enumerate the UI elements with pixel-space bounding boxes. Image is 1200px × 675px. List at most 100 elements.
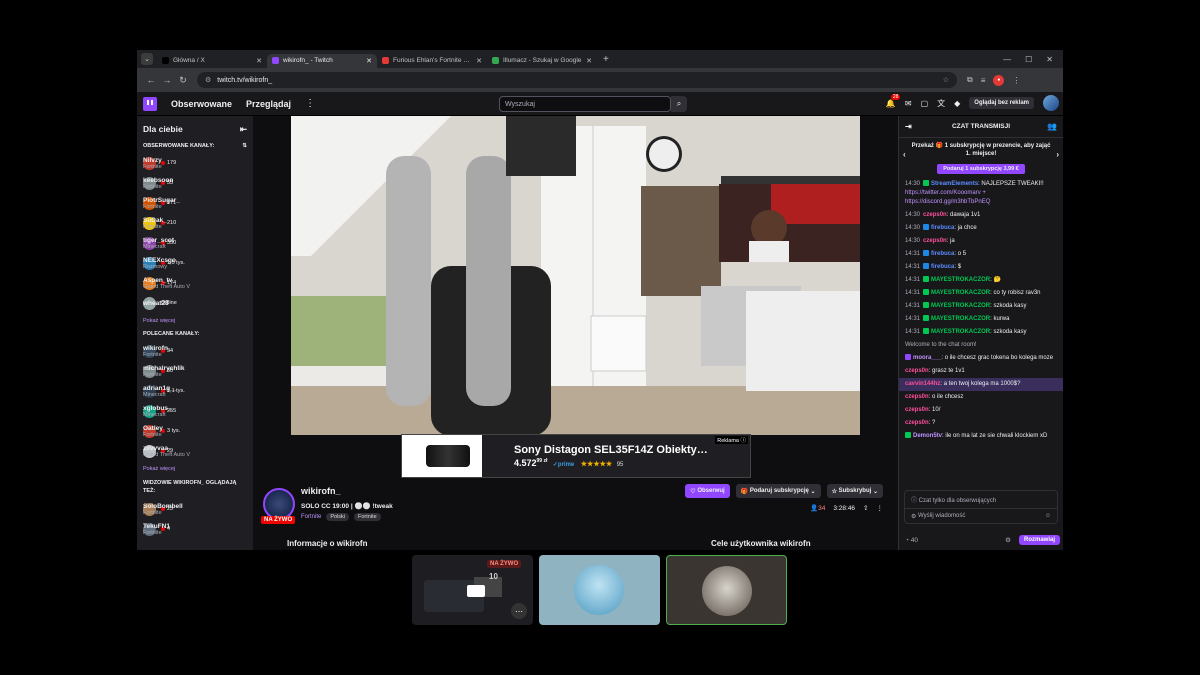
sidebar-channel[interactable]: zilvvvaa Grand Theft Auto V 29 [137,441,253,461]
sidebar-channel[interactable]: wikirofn_ Fortnite 34 [137,341,253,361]
tab-close-icon[interactable]: ✕ [256,57,262,65]
message-user[interactable]: moora___ [913,355,941,361]
bits-icon[interactable]: ◆ [954,99,960,108]
url-field[interactable]: ⚙ twitch.tv/wikirofn_ ☆ [197,72,957,88]
message-user[interactable]: czeps0n [905,407,929,413]
bookmark-star-icon[interactable]: ☆ [943,76,949,84]
gift-sub-button[interactable]: 🎁 Podaruj subskrypcję ⌄ [735,484,821,498]
share-icon[interactable]: ⇪ [863,504,868,512]
emote-icon[interactable]: ☺ [1045,513,1051,520]
sidebar-channel[interactable]: xglobus_ Minecraft 255 [137,401,253,421]
ad-label[interactable]: Reklama ⓘ [715,436,748,444]
new-tab-button[interactable]: + [603,54,609,65]
whispers-icon[interactable]: ▢ [921,99,929,108]
menu-icon[interactable]: ⋮ [1012,76,1020,85]
tag-polski[interactable]: Polski [326,513,350,521]
gift-prev-icon[interactable]: ‹ [903,150,906,160]
chat-input[interactable]: ⚙ Wyślij wiadomość ☺ [905,509,1057,524]
more-icon[interactable]: ⋮ [305,98,315,109]
nav-following[interactable]: Obserwowane [171,99,232,109]
sidebar-channel[interactable]: TekuFN1 Fortnite 4 [137,519,253,539]
browser-tab[interactable]: Furious Ehlan's Fortnite Stats -✕ [377,54,487,68]
sort-icon[interactable]: ⇅ [242,143,247,149]
twitch-logo-icon[interactable] [143,96,157,111]
sidebar-channel[interactable]: adrian1g__ Minecraft 1,1 tys. [137,381,253,401]
extensions-icon[interactable]: ⧉ [967,75,973,85]
gift-next-icon[interactable]: › [1056,150,1059,160]
search-icon[interactable]: ⌕ [671,96,687,112]
show-more-recommended[interactable]: Pokaż więcej [137,461,253,475]
participant-thumb-1[interactable] [539,555,660,625]
gift-one-sub-button[interactable]: Podaruj 1 subskrypcję 3,99 € [937,163,1025,174]
sidebar-channel[interactable]: keebsoon Fortnite 55 [137,173,253,193]
participant-thumb-2[interactable] [666,555,787,625]
message-user[interactable]: czeps0n [905,394,929,400]
chat-settings-icon[interactable]: ⚙ [911,513,918,520]
browser-tab[interactable]: Illumacz - Szukaj w Google ✕ [487,54,597,68]
sidebar-channel[interactable]: Oatley Fortnite 3 tys. [137,421,253,441]
close-icon[interactable]: ✕ [1046,55,1053,64]
tab-close-icon[interactable]: ✕ [586,57,592,65]
sidebar-channel[interactable]: SuDak_ Fortnite 210 [137,213,253,233]
media-icon[interactable]: ≡ [981,76,986,85]
reload-icon[interactable]: ↻ [175,75,191,86]
show-more-followed[interactable]: Pokaż więcej [137,313,253,327]
screen-share-thumb[interactable]: NA ŻYWO 10 ⋯ [412,555,533,625]
message-user[interactable]: StreamElements [931,181,978,187]
chat-send-button[interactable]: Rozmawiaj [1018,535,1060,545]
sidebar-channel[interactable]: wheat28 Offline [137,293,253,313]
settings-icon[interactable]: ⚙ [1005,536,1011,544]
message-user[interactable]: Demon5tv [913,433,942,439]
message-user[interactable]: czeps0n [905,368,929,374]
message-user[interactable]: MAYESTROKACZOR [931,277,990,283]
channel-more-icon[interactable]: ⋮ [877,504,884,512]
user-avatar[interactable] [1043,95,1059,111]
sidebar-channel[interactable]: Aspen_tv_ Grand Theft Auto V 174 [137,273,253,293]
sidebar-channel[interactable]: SoloBombell Fortnite 25 [137,499,253,519]
profile-icon[interactable]: ● [993,74,1005,86]
message-user[interactable]: czeps0n [923,212,947,218]
sidebar-channel[interactable]: michalrychlik Fortnite 30 [137,361,253,381]
search-input[interactable]: Wyszukaj [499,96,671,112]
inbox-icon[interactable]: ✉ [905,99,912,108]
ad-free-button[interactable]: Oglądaj bez reklam [969,97,1034,109]
tab-close-icon[interactable]: ✕ [476,57,482,65]
message-user[interactable]: MAYESTROKACZOR [931,303,990,309]
nav-browse[interactable]: Przeglądaj [246,99,291,109]
message-user[interactable]: czeps0n [905,420,929,426]
tab-close-icon[interactable]: ✕ [366,57,372,65]
ad-banner[interactable]: Sony Distagon SEL35F14Z Obiekty… 4.57299… [401,434,751,478]
message-link[interactable]: https://twitter.com/Kooomarv + https://d… [905,190,990,205]
message-user[interactable]: MAYESTROKACZOR [931,316,990,322]
minimize-icon[interactable]: — [1003,55,1011,64]
browser-tab[interactable]: wikirofn_ - Twitch ✕ [267,53,377,68]
video-player[interactable] [291,116,860,435]
notifications-icon[interactable]: 🔔 28 [886,93,901,108]
browser-tab[interactable]: Główna / X ✕ [157,54,267,68]
forward-icon[interactable]: → [159,75,175,85]
collapse-sidebar-icon[interactable]: ⇤ [240,124,247,135]
sidebar-channel[interactable]: NEEXcsgo Rozmowy 1,5 tys. [137,253,253,273]
thumb-more-icon[interactable]: ⋯ [511,603,527,619]
sidebar-channel[interactable]: tiger_scot Minecraft 350 [137,233,253,253]
message-user[interactable]: MAYESTROKACZOR [931,290,990,296]
message-user[interactable]: MAYESTROKACZOR [931,329,990,335]
message-user[interactable]: firebuca [931,225,954,231]
message-user[interactable]: firebuca [931,264,954,270]
translate-icon[interactable]: 文 [937,98,945,109]
back-icon[interactable]: ← [143,75,159,85]
subscribe-button[interactable]: ☆ Subskrybuj ⌄ [826,484,883,498]
stream-game[interactable]: Fortnite [301,514,321,520]
message-user[interactable]: firebuca [931,251,954,257]
tab-search-button[interactable]: ⌄ [141,53,153,65]
chat-users-icon[interactable]: 👥 [1047,122,1057,131]
collapse-chat-icon[interactable]: ⇥ [905,122,912,131]
follow-button[interactable]: ♡ Obserwuj [685,484,730,498]
channel-name[interactable]: wikirofn_ [301,486,341,496]
tag-fortnite[interactable]: Fortnite [354,513,381,521]
sidebar-channel[interactable]: Nilvzy Fortnite 179 [137,153,253,173]
sidebar-channel[interactable]: PiotrSugar_ Fortnite 171 [137,193,253,213]
message-user[interactable]: cavvin144hz [905,381,940,387]
site-info-icon[interactable]: ⚙ [205,76,211,84]
message-user[interactable]: czeps0n [923,238,947,244]
